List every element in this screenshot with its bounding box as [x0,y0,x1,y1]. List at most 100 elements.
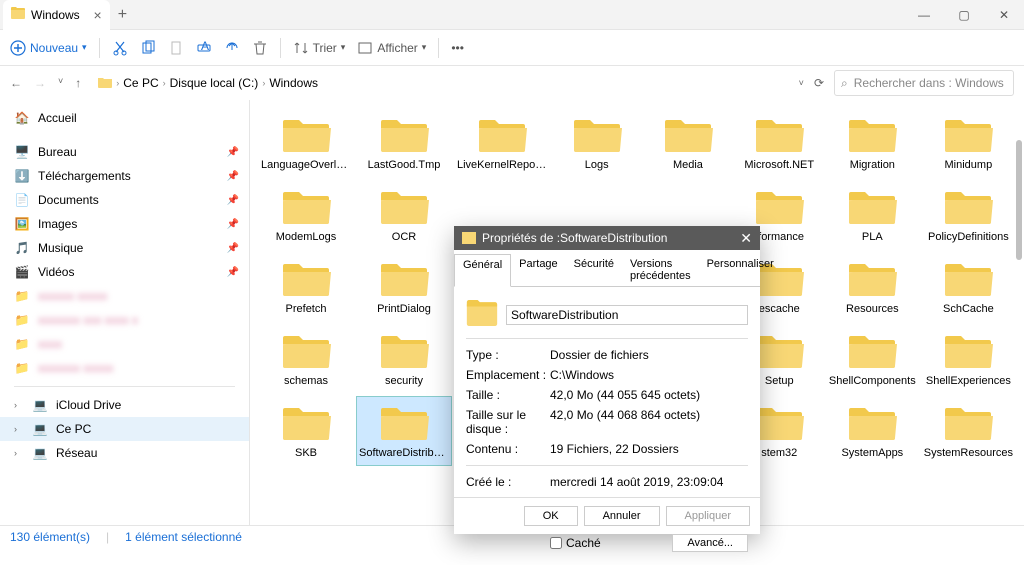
sidebar-item-musique[interactable]: 🎵Musique📌 [0,236,249,260]
created-label: Créé le : [466,475,550,489]
folder-label: SchCache [943,303,994,315]
dropdown-icon[interactable]: ˅ [799,78,804,88]
view-button[interactable]: Afficher ▾ [357,40,426,56]
sidebar-item-blurred[interactable]: 📁xxxxxxx xxxxx [0,356,249,380]
folder-icon [661,115,715,157]
close-dialog-button[interactable]: ✕ [740,230,752,247]
folder-label: schemas [284,375,328,387]
window-titlebar: Windows × + — ▢ ✕ [0,0,1024,30]
view-label: Afficher [377,41,417,55]
folder-item[interactable]: SchCache [921,252,1016,322]
home-icon: 🏠 [14,110,30,126]
folder-item[interactable]: ShellComponents [826,324,919,394]
sidebar-home[interactable]: 🏠 Accueil [0,106,249,130]
folder-item[interactable]: schemas [258,324,354,394]
folder-item[interactable]: ShellExperiences [921,324,1016,394]
download-icon: ⬇️ [14,168,30,184]
close-window-button[interactable]: ✕ [984,0,1024,30]
folder-item[interactable]: Logs [552,108,641,178]
scrollbar[interactable] [1016,140,1022,260]
sidebar-item-images[interactable]: 🖼️Images📌 [0,212,249,236]
apply-button[interactable]: Appliquer [666,506,750,526]
new-tab-button[interactable]: + [118,6,127,24]
sidebar-item-cepc[interactable]: ›💻Ce PC [0,417,249,441]
tab-security[interactable]: Sécurité [566,254,622,286]
sidebar-item-blurred[interactable]: 📁xxxx [0,332,249,356]
folder-item[interactable]: SKB [258,396,354,466]
advanced-button[interactable]: Avancé... [672,534,748,552]
crumb-2[interactable]: Windows [269,76,318,90]
folder-item[interactable]: OCR [356,180,452,250]
folder-item[interactable]: LastGood.Tmp [356,108,452,178]
sidebar-item-réseau[interactable]: ›💻Réseau [0,441,249,465]
dialog-titlebar[interactable]: Propriétés de : SoftwareDistribution ✕ [454,226,760,250]
tab-sharing[interactable]: Partage [511,254,566,286]
up-button[interactable]: ↑ [75,76,81,90]
more-button[interactable]: ••• [451,41,464,55]
folder-item[interactable]: PrintDialog [356,252,452,322]
sort-button[interactable]: Trier ▾ [293,40,346,56]
svg-text:A: A [201,40,209,53]
paste-button[interactable] [168,40,184,56]
folder-label: Logs [585,159,609,171]
ok-button[interactable]: OK [524,506,578,526]
maximize-button[interactable]: ▢ [944,0,984,30]
delete-button[interactable] [252,40,268,56]
folder-label: Microsoft.NET [744,159,814,171]
folder-item[interactable]: ModemLogs [258,180,354,250]
cut-button[interactable] [112,40,128,56]
share-button[interactable] [224,40,240,56]
folder-item[interactable]: Minidump [921,108,1016,178]
explorer-tab[interactable]: Windows × [3,0,110,30]
folder-item[interactable]: Migration [826,108,919,178]
forward-button[interactable]: → [34,76,46,90]
folder-label: stem32 [761,447,797,459]
sidebar-item-vidéos[interactable]: 🎬Vidéos📌 [0,260,249,284]
folder-item[interactable]: LanguageOverlayCache [258,108,354,178]
pin-icon: 📌 [227,243,239,254]
crumb-0[interactable]: Ce PC [123,76,158,90]
sidebar-item-bureau[interactable]: 🖥️Bureau📌 [0,140,249,164]
folder-icon [462,232,476,244]
tab-general[interactable]: Général [454,254,511,287]
new-button[interactable]: Nouveau ▾ [10,40,87,56]
breadcrumb[interactable]: › Ce PC › Disque local (C:) › Windows [91,70,788,96]
copy-button[interactable] [140,40,156,56]
close-tab-icon[interactable]: × [94,7,102,23]
folder-icon [377,187,431,229]
minimize-button[interactable]: — [904,0,944,30]
folder-item[interactable]: Media [643,108,732,178]
hidden-checkbox[interactable]: Caché [550,536,601,550]
search-box[interactable]: ⌕ Rechercher dans : Windows [834,70,1014,96]
folder-label: security [385,375,423,387]
tab-customize[interactable]: Personnaliser [699,254,782,286]
sidebar-item-blurred[interactable]: 📁xxxxxx xxxxx [0,284,249,308]
sidebar: 🏠 Accueil 🖥️Bureau📌⬇️Téléchargements📌📄Do… [0,100,250,525]
sidebar-item-téléchargements[interactable]: ⬇️Téléchargements📌 [0,164,249,188]
folder-item[interactable]: security [356,324,452,394]
cancel-button[interactable]: Annuler [584,506,660,526]
folder-name-input[interactable] [506,305,748,325]
back-button[interactable]: ← [10,76,22,90]
sidebar-item-blurred[interactable]: 📁xxxxxxx xxx xxxx x [0,308,249,332]
folder-item[interactable]: Microsoft.NET [735,108,824,178]
folder-item[interactable]: Resources [826,252,919,322]
folder-item[interactable]: Prefetch [258,252,354,322]
folder-item[interactable]: SystemResources [921,396,1016,466]
folder-item[interactable]: SystemApps [826,396,919,466]
folder-item[interactable]: SoftwareDistribution [356,396,452,466]
recent-button[interactable]: ˅ [58,76,63,90]
folder-item[interactable]: LiveKernelReports [454,108,550,178]
tab-previous[interactable]: Versions précédentes [622,254,699,286]
rename-button[interactable]: A [196,40,212,56]
dialog-title-prefix: Propriétés de : [482,231,560,245]
dialog-title-name: SoftwareDistribution [560,231,667,245]
folder-item[interactable]: PolicyDefinitions [921,180,1016,250]
refresh-button[interactable]: ⟳ [814,76,824,90]
folder-icon [377,331,431,373]
folder-item[interactable]: PLA [826,180,919,250]
crumb-1[interactable]: Disque local (C:) [170,76,259,90]
folder-icon [752,403,806,445]
sidebar-item-documents[interactable]: 📄Documents📌 [0,188,249,212]
sidebar-item-iclouddrive[interactable]: ›💻iCloud Drive [0,393,249,417]
